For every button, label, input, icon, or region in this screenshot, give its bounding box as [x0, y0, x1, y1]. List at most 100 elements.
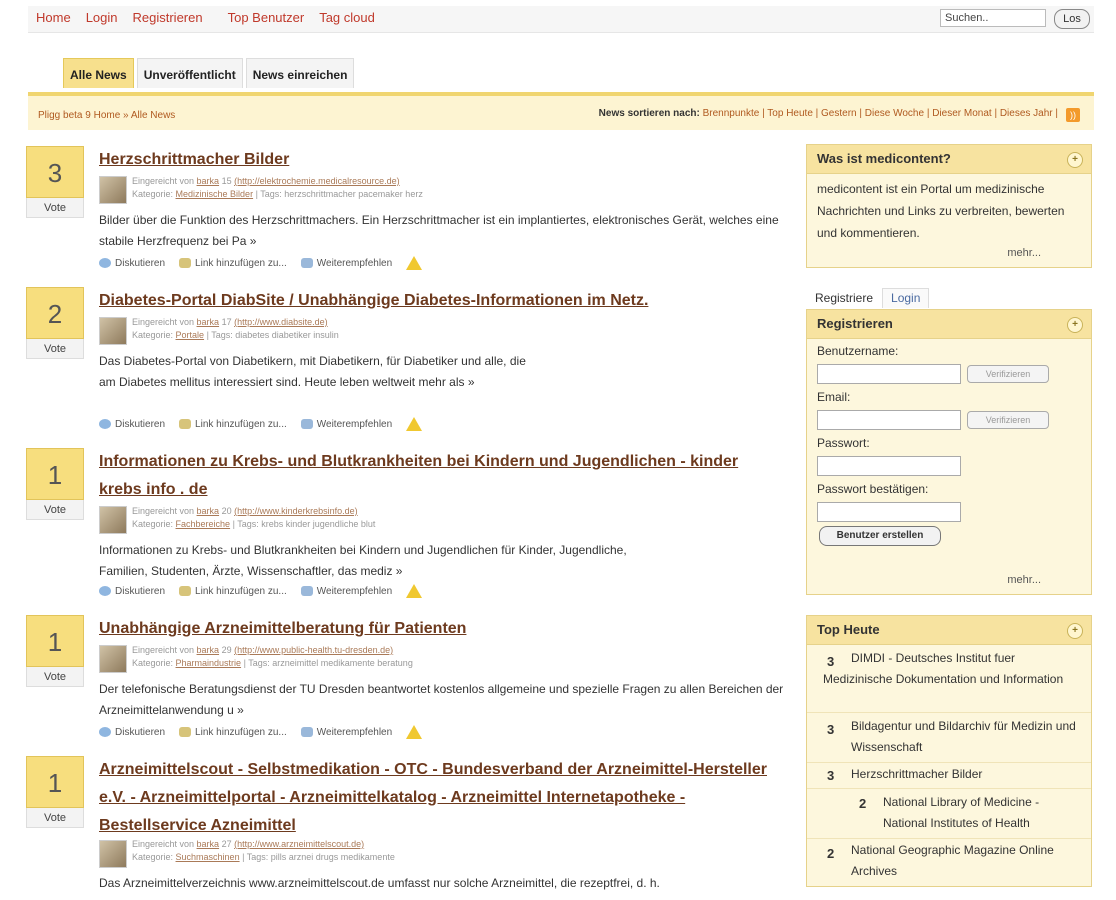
vote-button[interactable]: Vote: [26, 500, 84, 520]
confirm-password-field[interactable]: [817, 502, 961, 522]
tab-submit-news[interactable]: News einreichen: [245, 58, 355, 88]
story-description: Informationen zu Krebs- und Blutkrankhei…: [99, 543, 627, 578]
user-avatar[interactable]: [99, 840, 127, 868]
top-today-header[interactable]: Top Heute +: [807, 616, 1091, 645]
meta-url-link[interactable]: (http://www.public-health.tu-dresden.de): [234, 645, 393, 655]
top-today-item[interactable]: 3 Bildagentur und Bildarchiv für Medizin…: [807, 716, 1091, 763]
recommend-link[interactable]: Weiterempfehlen: [300, 586, 392, 597]
user-avatar[interactable]: [99, 506, 127, 534]
story-title[interactable]: Herzschrittmacher Bilder: [99, 146, 779, 174]
meta-url-link[interactable]: (http://elektrochemie.medicalresource.de…: [234, 176, 400, 186]
meta-user-link[interactable]: barka: [197, 506, 220, 516]
link-icon: [179, 258, 192, 268]
top-item-title[interactable]: Bildagentur und Bildarchiv für Medizin u…: [851, 716, 1076, 758]
story-title[interactable]: Unabhängige Arzneimittelberatung für Pat…: [99, 615, 779, 643]
add-link-link[interactable]: Link hinzufügen zu...: [179, 586, 287, 597]
top-item-title[interactable]: DIMDI - Deutsches Institut fuer Medizini…: [823, 648, 1073, 690]
password-field[interactable]: [817, 456, 961, 476]
breadcrumb[interactable]: Pligg beta 9 Home » Alle News: [38, 110, 175, 121]
nav-home-link[interactable]: Home: [36, 10, 71, 25]
verify-username-button[interactable]: Verifizieren: [967, 365, 1049, 383]
top-today-item[interactable]: 2 National Geographic Magazine Online Ar…: [807, 840, 1091, 884]
search-button[interactable]: Los: [1054, 9, 1090, 29]
meta-category-link[interactable]: Pharmaindustrie: [176, 658, 242, 668]
top-today-item[interactable]: 2 National Library of Medicine - Nationa…: [807, 792, 1091, 839]
story-title[interactable]: Arzneimittelscout - Selbstmedikation - O…: [99, 756, 779, 840]
tab-login[interactable]: Login: [882, 288, 930, 308]
vote-box[interactable]: 2 Vote: [26, 287, 86, 359]
vote-box[interactable]: 1 Vote: [26, 448, 86, 520]
meta-category-link[interactable]: Suchmaschinen: [176, 852, 240, 862]
meta-user-link[interactable]: barka: [197, 176, 220, 186]
meta-category-link[interactable]: Fachbereiche: [176, 519, 231, 529]
top-today-item[interactable]: 3 Herzschrittmacher Bilder: [807, 764, 1091, 789]
meta-submitted: Eingereicht von: [132, 506, 197, 516]
story-item: 2 Vote Diabetes-Portal DiabSite / Unabhä…: [26, 287, 796, 437]
report-link[interactable]: [406, 584, 423, 598]
top-item-title[interactable]: Herzschrittmacher Bilder: [851, 764, 1076, 785]
recommend-link[interactable]: Weiterempfehlen: [300, 258, 392, 269]
vote-button[interactable]: Vote: [26, 198, 84, 218]
toggle-icon[interactable]: +: [1067, 317, 1083, 333]
meta-url-link[interactable]: (http://www.arzneimittelscout.de): [234, 839, 364, 849]
discuss-link[interactable]: Diskutieren: [99, 258, 165, 269]
meta-url-link[interactable]: (http://www.diabsite.de): [234, 317, 328, 327]
report-link[interactable]: [406, 725, 423, 739]
vote-box[interactable]: 1 Vote: [26, 615, 86, 687]
add-link-link[interactable]: Link hinzufügen zu...: [179, 258, 287, 269]
story-item: 3 Vote Herzschrittmacher Bilder Eingerei…: [26, 146, 796, 276]
vote-box[interactable]: 3 Vote: [26, 146, 86, 218]
tab-register[interactable]: Registriere: [806, 288, 882, 308]
meta-user-link[interactable]: barka: [197, 317, 220, 327]
vote-button[interactable]: Vote: [26, 667, 84, 687]
top-today-item[interactable]: 3 DIMDI - Deutsches Institut fuer Medizi…: [807, 648, 1091, 713]
meta-category-link[interactable]: Portale: [176, 330, 205, 340]
nav-register-link[interactable]: Registrieren: [133, 10, 203, 25]
about-box-header[interactable]: Was ist medicontent? +: [807, 145, 1091, 174]
meta-url-link[interactable]: (http://www.kinderkrebsinfo.de): [234, 506, 358, 516]
nav-tag-cloud-link[interactable]: Tag cloud: [319, 10, 375, 25]
story-title[interactable]: Diabetes-Portal DiabSite / Unabhängige D…: [99, 287, 779, 315]
email-field[interactable]: [817, 410, 961, 430]
meta-user-link[interactable]: barka: [197, 839, 220, 849]
meta-tags: | Tags: diabetes diabetiker insulin: [204, 330, 339, 340]
meta-user-link[interactable]: barka: [197, 645, 220, 655]
rss-icon[interactable]: )): [1066, 108, 1080, 122]
user-avatar[interactable]: [99, 176, 127, 204]
add-link-link[interactable]: Link hinzufügen zu...: [179, 419, 287, 430]
vote-button[interactable]: Vote: [26, 339, 84, 359]
vote-box[interactable]: 1 Vote: [26, 756, 86, 828]
tab-all-news[interactable]: Alle News: [63, 58, 134, 88]
top-item-title[interactable]: National Geographic Magazine Online Arch…: [851, 840, 1076, 882]
meta-category-link[interactable]: Medizinische Bilder: [176, 189, 254, 199]
report-link[interactable]: [406, 256, 423, 270]
recommend-link[interactable]: Weiterempfehlen: [300, 727, 392, 738]
username-field[interactable]: [817, 364, 961, 384]
discuss-link[interactable]: Diskutieren: [99, 419, 165, 430]
toggle-icon[interactable]: +: [1067, 623, 1083, 639]
add-link-link[interactable]: Link hinzufügen zu...: [179, 727, 287, 738]
discuss-label: Diskutieren: [115, 257, 166, 269]
report-link[interactable]: [406, 417, 423, 431]
about-more-link[interactable]: mehr...: [1007, 247, 1041, 259]
recommend-link[interactable]: Weiterempfehlen: [300, 419, 392, 430]
nav-login-link[interactable]: Login: [86, 10, 118, 25]
register-box-header[interactable]: Registrieren +: [807, 310, 1091, 339]
create-user-button[interactable]: Benutzer erstellen: [819, 526, 941, 546]
user-avatar[interactable]: [99, 645, 127, 673]
vote-button[interactable]: Vote: [26, 808, 84, 828]
toggle-icon[interactable]: +: [1067, 152, 1083, 168]
top-item-title[interactable]: National Library of Medicine - National …: [883, 792, 1083, 834]
meta-category-label: Kategorie:: [132, 519, 176, 529]
sort-links[interactable]: Brennpunkte | Top Heute | Gestern | Dies…: [703, 108, 1058, 119]
search-input[interactable]: [940, 9, 1046, 27]
nav-top-users-link[interactable]: Top Benutzer: [228, 10, 305, 25]
tab-unpublished[interactable]: Unveröffentlicht: [136, 58, 243, 88]
meta-category-label: Kategorie:: [132, 189, 176, 199]
user-avatar[interactable]: [99, 317, 127, 345]
verify-email-button[interactable]: Verifizieren: [967, 411, 1049, 429]
discuss-link[interactable]: Diskutieren: [99, 727, 165, 738]
register-more-link[interactable]: mehr...: [1007, 574, 1041, 586]
discuss-link[interactable]: Diskutieren: [99, 586, 165, 597]
story-title[interactable]: Informationen zu Krebs- und Blutkrankhei…: [99, 448, 779, 504]
